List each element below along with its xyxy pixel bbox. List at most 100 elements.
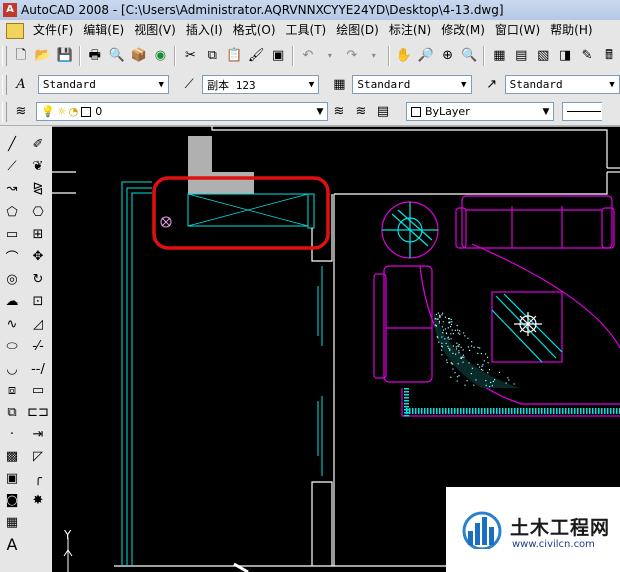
linetype-select[interactable] xyxy=(562,102,602,121)
break-icon[interactable]: ⊏⊐ xyxy=(27,402,49,422)
save-icon[interactable]: 💾 xyxy=(55,46,75,66)
rotate-icon[interactable]: ↻ xyxy=(28,269,48,289)
paste-icon[interactable]: 📋 xyxy=(224,46,244,66)
mleader-style-icon[interactable]: ↗ xyxy=(482,75,502,95)
array-icon[interactable]: ⊞ xyxy=(28,224,48,244)
menu-modify[interactable]: 修改(M) xyxy=(436,20,490,41)
hatch-dot xyxy=(441,336,443,338)
layer-state-icon[interactable]: ▤ xyxy=(373,102,393,122)
fillet-icon[interactable]: ╭ xyxy=(28,468,48,488)
toolbar-grip[interactable] xyxy=(2,101,7,122)
hatch-icon[interactable]: ▩ xyxy=(2,446,22,466)
insert-block-icon[interactable]: ⧈ xyxy=(2,380,22,400)
menu-file[interactable]: 文件(F) xyxy=(28,20,78,41)
break-at-point-icon[interactable]: ▭ xyxy=(28,380,48,400)
chevron-down-icon[interactable]: ▼ xyxy=(539,107,553,117)
color-select[interactable]: ByLayer ▼ xyxy=(406,102,554,121)
menu-insert[interactable]: 插入(I) xyxy=(181,20,228,41)
point-icon[interactable]: · xyxy=(2,424,22,444)
move-icon[interactable]: ✥ xyxy=(28,246,48,266)
chevron-down-icon[interactable]: ▼ xyxy=(313,107,327,117)
polygon-icon[interactable]: ⬠ xyxy=(2,202,22,222)
chevron-down-icon[interactable]: ▼ xyxy=(605,80,619,90)
circle-icon[interactable]: ◎ xyxy=(2,269,22,289)
menu-help[interactable]: 帮助(H) xyxy=(545,20,597,41)
erase-icon[interactable]: ✐ xyxy=(28,134,48,154)
undo-dropdown-icon[interactable]: ▾ xyxy=(320,46,340,66)
join-icon[interactable]: ⇥ xyxy=(28,424,48,444)
menu-format[interactable]: 格式(O) xyxy=(228,20,281,41)
redo-dropdown-icon[interactable]: ▾ xyxy=(364,46,384,66)
chamfer-icon[interactable]: ◸ xyxy=(28,446,48,466)
explode-icon[interactable]: ✸ xyxy=(28,490,48,510)
menu-view[interactable]: 视图(V) xyxy=(129,20,181,41)
strip-tick xyxy=(529,408,531,414)
menu-window[interactable]: 窗口(W) xyxy=(490,20,545,41)
3d-dwf-icon[interactable]: ◉ xyxy=(151,46,171,66)
undo-icon[interactable]: ↶ xyxy=(298,46,318,66)
multiline-text-icon[interactable]: A xyxy=(2,534,22,554)
toolbar-grip[interactable] xyxy=(2,46,7,66)
calculator-icon[interactable]: 🖩 xyxy=(599,46,619,66)
pan-icon[interactable]: ✋ xyxy=(394,46,414,66)
markup-icon[interactable]: ✎ xyxy=(577,46,597,66)
redo-icon[interactable]: ↷ xyxy=(342,46,362,66)
stretch-icon[interactable]: ◿ xyxy=(28,314,48,334)
spline-icon[interactable]: ∿ xyxy=(2,314,22,334)
copy-object-icon[interactable]: ❦ xyxy=(28,156,48,176)
dim-style-select[interactable]: 副本 123 ▼ xyxy=(202,75,320,94)
document-icon[interactable] xyxy=(6,22,24,39)
match-properties-icon[interactable]: 🖌 xyxy=(246,46,266,66)
layer-manager-icon[interactable]: ≋ xyxy=(11,102,31,122)
chevron-down-icon[interactable]: ▼ xyxy=(304,80,318,90)
mirror-icon[interactable]: ⧎ xyxy=(28,178,48,198)
chevron-down-icon[interactable]: ▼ xyxy=(457,80,471,90)
dim-style-icon[interactable]: ⟋ xyxy=(179,75,199,95)
table-style-select[interactable]: Standard ▼ xyxy=(352,75,472,94)
line-icon[interactable]: ╱ xyxy=(2,134,22,154)
design-center-icon[interactable]: ▤ xyxy=(511,46,531,66)
ellipse-icon[interactable]: ⬭ xyxy=(2,336,22,356)
table-icon[interactable]: ▦ xyxy=(2,512,22,532)
layer-select[interactable]: 💡 ☼ ◔ 0 ▼ xyxy=(36,102,328,121)
toolbar-grip[interactable] xyxy=(2,74,7,95)
properties-icon[interactable]: ▦ xyxy=(489,46,509,66)
sheet-set-icon[interactable]: ◨ xyxy=(555,46,575,66)
make-current-layer-icon[interactable]: ≋ xyxy=(329,102,349,122)
publish-icon[interactable]: 📦 xyxy=(129,46,149,66)
zoom-realtime-icon[interactable]: 🔎 xyxy=(416,46,436,66)
zoom-window-icon[interactable]: ⊕ xyxy=(438,46,458,66)
menu-tools[interactable]: 工具(T) xyxy=(281,20,332,41)
layer-previous-icon[interactable]: ≋ xyxy=(351,102,371,122)
tool-palettes-icon[interactable]: ▧ xyxy=(533,46,553,66)
extend-icon[interactable]: --/ xyxy=(28,359,48,379)
open-file-icon[interactable]: 📂 xyxy=(33,46,53,66)
text-style-select[interactable]: Standard ▼ xyxy=(37,75,170,94)
offset-icon[interactable]: ⎔ xyxy=(28,202,48,222)
gradient-icon[interactable]: ▣ xyxy=(2,468,22,488)
chevron-down-icon[interactable]: ▼ xyxy=(154,80,168,90)
scale-icon[interactable]: ⊡ xyxy=(28,291,48,311)
construction-line-icon[interactable]: ⟋ xyxy=(2,156,22,176)
region-icon[interactable]: ◙ xyxy=(2,490,22,510)
menu-draw[interactable]: 绘图(D) xyxy=(331,20,384,41)
table-style-icon[interactable]: ▦ xyxy=(329,75,349,95)
mleader-style-select[interactable]: Standard ▼ xyxy=(504,75,620,94)
ellipse-arc-icon[interactable]: ◡ xyxy=(2,359,22,379)
menu-edit[interactable]: 编辑(E) xyxy=(78,20,129,41)
copy-icon[interactable]: ⧉ xyxy=(202,46,222,66)
trim-icon[interactable]: -⁄- xyxy=(28,336,48,356)
make-block-icon[interactable]: ⧉ xyxy=(2,402,22,422)
revision-cloud-icon[interactable]: ☁ xyxy=(2,291,22,311)
text-style-icon[interactable]: A xyxy=(11,75,31,95)
new-file-icon[interactable]: 🗋 xyxy=(11,46,31,66)
plot-preview-icon[interactable]: 🔍 xyxy=(107,46,127,66)
zoom-previous-icon[interactable]: 🔍 xyxy=(460,46,480,66)
polyline-icon[interactable]: ↝ xyxy=(2,178,22,198)
cut-icon[interactable]: ✂ xyxy=(180,46,200,66)
block-editor-icon[interactable]: ▣ xyxy=(268,46,288,66)
menu-dimension[interactable]: 标注(N) xyxy=(384,20,436,41)
arc-icon[interactable]: ⌒ xyxy=(2,246,22,266)
rectangle-icon[interactable]: ▭ xyxy=(2,224,22,244)
plot-icon[interactable]: 🖶 xyxy=(85,46,105,66)
